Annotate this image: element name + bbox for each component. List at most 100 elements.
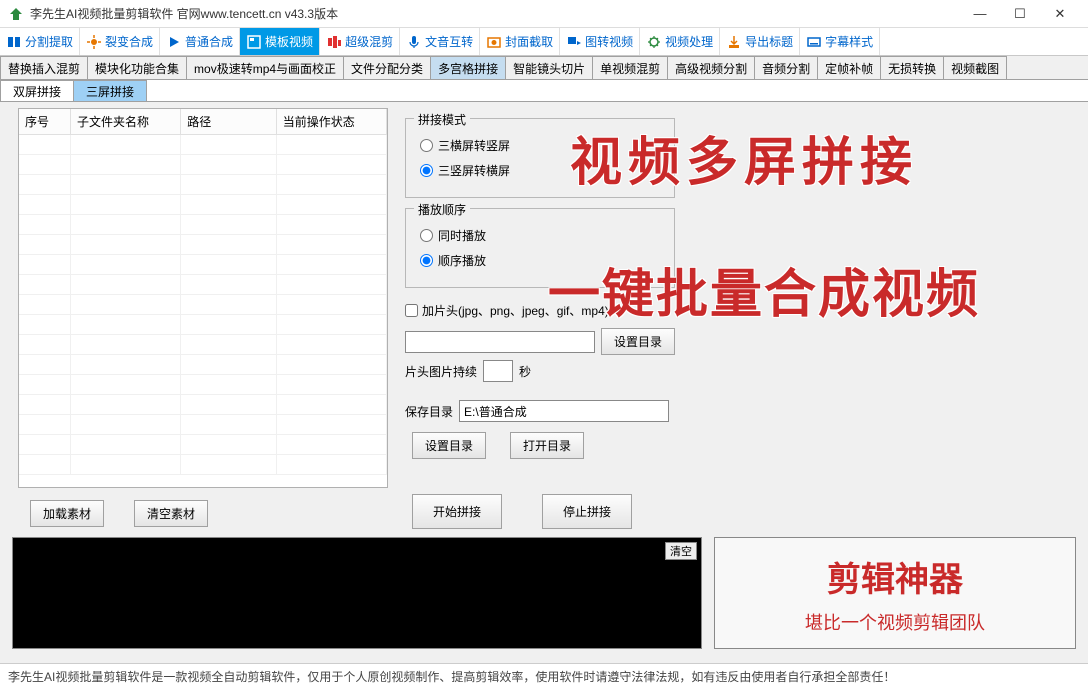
tab-2[interactable]: mov极速转mp4与画面校正 [186, 56, 344, 79]
mic-icon [406, 34, 422, 50]
tab-11[interactable]: 视频截图 [943, 56, 1007, 79]
capture-icon [486, 34, 502, 50]
maximize-button[interactable]: ☐ [1000, 0, 1040, 28]
load-material-button[interactable]: 加载素材 [30, 500, 104, 527]
toolbar-btn-process[interactable]: 视频处理 [640, 28, 720, 55]
toolbar-btn-mic[interactable]: 文音互转 [400, 28, 480, 55]
tab-1[interactable]: 模块化功能合集 [87, 56, 187, 79]
split-icon [6, 34, 22, 50]
radio-0[interactable] [420, 229, 433, 242]
template-icon [246, 34, 262, 50]
promo-panel: 剪辑神器 堪比一个视频剪辑团队 [714, 537, 1076, 649]
col-header-3: 当前操作状态 [276, 109, 386, 135]
table-row [19, 315, 387, 335]
table-row [19, 275, 387, 295]
tab-bar: 替换插入混剪模块化功能合集mov极速转mp4与画面校正文件分配分类多宫格拼接智能… [0, 56, 1088, 80]
window-title: 李先生AI视频批量剪辑软件 官网www.tencett.cn v43.3版本 [30, 5, 960, 22]
open-dir-button[interactable]: 打开目录 [510, 432, 584, 459]
stop-button[interactable]: 停止拼接 [542, 494, 632, 529]
toolbar-btn-play[interactable]: 普通合成 [160, 28, 240, 55]
table-row [19, 395, 387, 415]
clear-log-button[interactable]: 清空 [665, 542, 697, 560]
tab-3[interactable]: 文件分配分类 [343, 56, 431, 79]
play-icon [166, 34, 182, 50]
tab-5[interactable]: 智能镜头切片 [505, 56, 593, 79]
toolbar-btn-burst[interactable]: 裂变合成 [80, 28, 160, 55]
col-header-0: 序号 [19, 109, 70, 135]
window-controls: — ☐ ✕ [960, 0, 1080, 28]
table-row [19, 335, 387, 355]
app-icon [8, 6, 24, 22]
table-row [19, 355, 387, 375]
duration-input[interactable] [483, 360, 513, 382]
header-clip-checkbox[interactable] [405, 304, 418, 317]
burst-icon [86, 34, 102, 50]
toolbar-btn-template[interactable]: 模板视频 [240, 28, 320, 55]
toolbar-btn-subtitle[interactable]: 字幕样式 [800, 28, 880, 55]
table-row [19, 155, 387, 175]
toolbar-btn-export[interactable]: 导出标题 [720, 28, 800, 55]
table-row [19, 415, 387, 435]
set-save-dir-button[interactable]: 设置目录 [412, 432, 486, 459]
material-table: 序号子文件夹名称路径当前操作状态 [18, 108, 388, 488]
toolbar-btn-img2vid[interactable]: 图转视频 [560, 28, 640, 55]
radio-row-0[interactable]: 同时播放 [420, 227, 660, 244]
status-bar: 李先生AI视频批量剪辑软件是一款视频全自动剪辑软件，仅用于个人原创视频制作、提高… [0, 663, 1088, 689]
table-row [19, 435, 387, 455]
duration-label: 片头图片持续 [405, 363, 477, 380]
img2vid-icon [566, 34, 582, 50]
process-icon [646, 34, 662, 50]
header-clip-path-input[interactable] [405, 331, 595, 353]
table-row [19, 135, 387, 155]
promo-title: 剪辑神器 [827, 552, 963, 601]
log-console: 清空 [12, 537, 702, 649]
radio-1[interactable] [420, 254, 433, 267]
status-text: 李先生AI视频批量剪辑软件是一款视频全自动剪辑软件，仅用于个人原创视频制作、提高… [8, 668, 895, 685]
duration-unit: 秒 [519, 363, 531, 380]
tab-10[interactable]: 无损转换 [880, 56, 944, 79]
table-row [19, 455, 387, 475]
bottom-panel: 清空 剪辑神器 堪比一个视频剪辑团队 [12, 537, 1076, 649]
sub-tab-bar: 双屏拼接三屏拼接 [0, 80, 1088, 102]
overlay-headline-1: 视频多屏拼接 [570, 120, 918, 195]
radio-1[interactable] [420, 164, 433, 177]
tab-0[interactable]: 替换插入混剪 [0, 56, 88, 79]
overlay-headline-2: 一键批量合成视频 [548, 252, 980, 327]
subtab-0[interactable]: 双屏拼接 [0, 80, 74, 101]
save-dir-input[interactable] [459, 400, 669, 422]
close-button[interactable]: ✕ [1040, 0, 1080, 28]
start-button[interactable]: 开始拼接 [412, 494, 502, 529]
table-row [19, 195, 387, 215]
promo-subtitle: 堪比一个视频剪辑团队 [805, 609, 985, 635]
toolbar-btn-split[interactable]: 分割提取 [0, 28, 80, 55]
export-icon [726, 34, 742, 50]
table-row [19, 235, 387, 255]
col-header-1: 子文件夹名称 [70, 109, 180, 135]
tab-4[interactable]: 多宫格拼接 [430, 56, 506, 79]
table-row [19, 215, 387, 235]
tab-6[interactable]: 单视频混剪 [592, 56, 668, 79]
groupbox-mode-legend: 拼接模式 [414, 111, 470, 128]
table-row [19, 375, 387, 395]
clear-material-button[interactable]: 清空素材 [134, 500, 208, 527]
set-header-dir-button[interactable]: 设置目录 [601, 328, 675, 355]
tab-9[interactable]: 定帧补帧 [817, 56, 881, 79]
table-row [19, 295, 387, 315]
subtab-1[interactable]: 三屏拼接 [73, 80, 147, 101]
content-area: 序号子文件夹名称路径当前操作状态 拼接模式 三横屏转竖屏三竖屏转横屏 播放顺序 … [0, 102, 1088, 530]
minimize-button[interactable]: — [960, 0, 1000, 28]
titlebar: 李先生AI视频批量剪辑软件 官网www.tencett.cn v43.3版本 —… [0, 0, 1088, 28]
tab-8[interactable]: 音频分割 [754, 56, 818, 79]
radio-0[interactable] [420, 139, 433, 152]
save-dir-label: 保存目录 [405, 403, 453, 420]
groupbox-order-legend: 播放顺序 [414, 201, 470, 218]
main-toolbar: 分割提取裂变合成普通合成模板视频超级混剪文音互转封面截取图转视频视频处理导出标题… [0, 28, 1088, 56]
col-header-2: 路径 [181, 109, 277, 135]
toolbar-btn-capture[interactable]: 封面截取 [480, 28, 560, 55]
mix-icon [326, 34, 342, 50]
subtitle-icon [806, 34, 822, 50]
table-row [19, 255, 387, 275]
toolbar-btn-mix[interactable]: 超级混剪 [320, 28, 400, 55]
tab-7[interactable]: 高级视频分割 [667, 56, 755, 79]
table-row [19, 175, 387, 195]
